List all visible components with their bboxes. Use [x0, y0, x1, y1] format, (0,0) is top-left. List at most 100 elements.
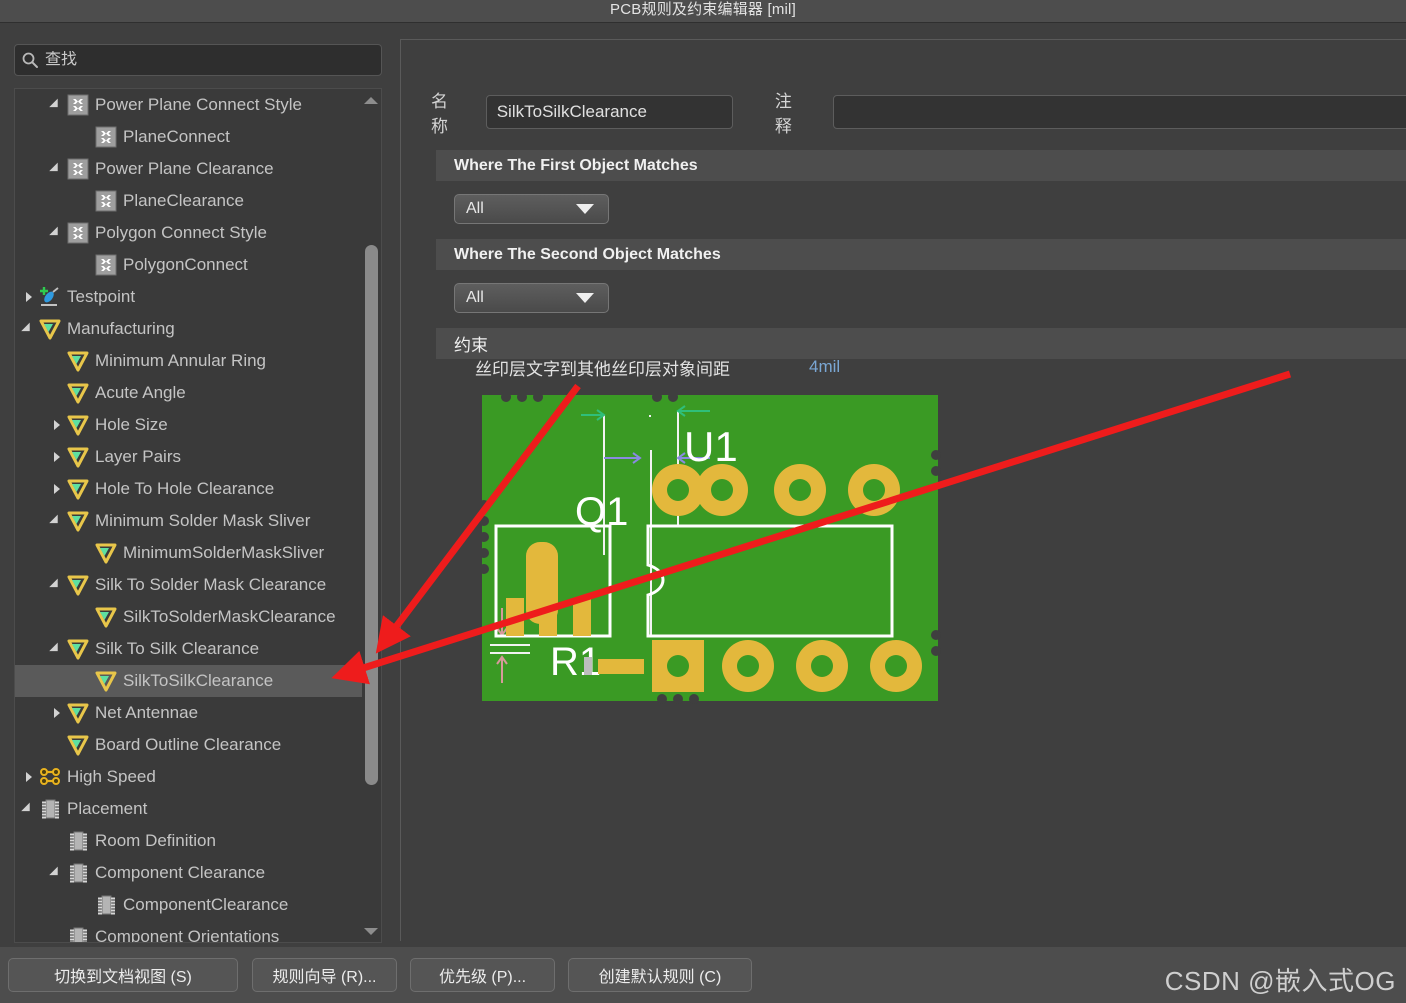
tree-item[interactable]: Room Definition: [15, 825, 363, 857]
manufacturing-icon: [65, 572, 91, 598]
expander-spacer: [49, 345, 65, 377]
scrollbar-thumb[interactable]: [365, 245, 378, 785]
manufacturing-icon: [65, 348, 91, 374]
manufacturing-icon: [65, 700, 91, 726]
tree-item[interactable]: Component Orientations: [15, 921, 363, 942]
tree-item[interactable]: High Speed: [15, 761, 363, 793]
second-object-section-header: Where The Second Object Matches: [436, 239, 1406, 270]
expander-open-icon[interactable]: [49, 153, 65, 185]
expander-closed-icon[interactable]: [49, 409, 65, 441]
expander-open-icon[interactable]: [49, 505, 65, 537]
tree-item[interactable]: Component Clearance: [15, 857, 363, 889]
manufacturing-icon: [93, 604, 119, 630]
search-input[interactable]: [45, 51, 365, 69]
window-title-bar: PCB规则及约束编辑器 [mil]: [0, 0, 1406, 22]
expander-spacer: [77, 249, 93, 281]
expander-spacer: [77, 185, 93, 217]
manufacturing-icon: [65, 476, 91, 502]
expander-open-icon[interactable]: [49, 217, 65, 249]
plane-connect-icon: [65, 92, 91, 118]
create-default-rules-button[interactable]: 创建默认规则 (C): [568, 958, 752, 992]
tree-item-label: Room Definition: [95, 831, 216, 850]
tree-item[interactable]: Layer Pairs: [15, 441, 363, 473]
designator-r1: R1: [550, 640, 601, 684]
tree-item[interactable]: PlaneClearance: [15, 185, 363, 217]
tree-item[interactable]: Manufacturing: [15, 313, 363, 345]
tree-item[interactable]: MinimumSolderMaskSliver: [15, 537, 363, 569]
search-icon: [15, 45, 45, 75]
tree-item-label: Minimum Solder Mask Sliver: [95, 511, 311, 530]
high-speed-icon: [37, 764, 63, 790]
rule-wizard-button[interactable]: 规则向导 (R)...: [252, 958, 397, 992]
rule-name-row: 名称 注释: [431, 92, 1406, 136]
scroll-down-icon[interactable]: [362, 923, 380, 939]
expander-closed-icon[interactable]: [49, 441, 65, 473]
manufacturing-icon: [65, 380, 91, 406]
expander-open-icon[interactable]: [49, 569, 65, 601]
tree-item[interactable]: Power Plane Connect Style: [15, 89, 363, 121]
tree-item[interactable]: PlaneConnect: [15, 121, 363, 153]
tree-item[interactable]: Silk To Silk Clearance: [15, 633, 363, 665]
rule-comment-input[interactable]: [832, 95, 1406, 129]
tree-item[interactable]: Testpoint: [15, 281, 363, 313]
placement-icon: [37, 796, 63, 822]
manufacturing-icon: [93, 540, 119, 566]
priorities-button[interactable]: 优先级 (P)...: [410, 958, 555, 992]
first-object-section-header: Where The First Object Matches: [436, 150, 1406, 181]
tree-item[interactable]: Silk To Solder Mask Clearance: [15, 569, 363, 601]
tree-item[interactable]: Minimum Solder Mask Sliver: [15, 505, 363, 537]
tree-item[interactable]: Net Antennae: [15, 697, 363, 729]
expander-open-icon[interactable]: [49, 633, 65, 665]
expander-open-icon[interactable]: [21, 313, 37, 345]
chevron-down-icon: [576, 293, 594, 303]
tree-item[interactable]: SilkToSolderMaskClearance: [15, 601, 363, 633]
tree-item-label: High Speed: [67, 767, 156, 786]
rules-tree-panel: Power Plane Connect Style PlaneConnect Pow…: [10, 39, 390, 943]
expander-spacer: [49, 921, 65, 942]
manufacturing-icon: [65, 732, 91, 758]
tree-item[interactable]: Acute Angle: [15, 377, 363, 409]
tree-item-label: Component Clearance: [95, 863, 266, 882]
second-object-scope-value: All: [466, 289, 484, 306]
expander-open-icon[interactable]: [21, 793, 37, 825]
placement-icon: [65, 860, 91, 886]
switch-to-document-view-button[interactable]: 切换到文档视图 (S): [8, 958, 238, 992]
second-object-scope-select[interactable]: All: [454, 283, 609, 313]
manufacturing-icon: [37, 316, 63, 342]
tree-item-label: PolygonConnect: [123, 255, 248, 274]
plane-connect-icon: [65, 156, 91, 182]
tree-item[interactable]: Board Outline Clearance: [15, 729, 363, 761]
tree-item[interactable]: Power Plane Clearance: [15, 153, 363, 185]
tree-vertical-scrollbar[interactable]: [362, 90, 380, 941]
expander-open-icon[interactable]: [49, 857, 65, 889]
expander-closed-icon[interactable]: [49, 473, 65, 505]
expander-closed-icon[interactable]: [49, 697, 65, 729]
tree-item[interactable]: Minimum Annular Ring: [15, 345, 363, 377]
expander-spacer: [49, 377, 65, 409]
expander-closed-icon[interactable]: [21, 761, 37, 793]
tree-item[interactable]: Polygon Connect Style: [15, 217, 363, 249]
search-box[interactable]: [14, 44, 382, 76]
tree-item-label: SilkToSilkClearance: [123, 671, 274, 690]
tree-item[interactable]: Hole To Hole Clearance: [15, 473, 363, 505]
rules-tree[interactable]: Power Plane Connect Style PlaneConnect Pow…: [14, 88, 382, 943]
rule-name-input[interactable]: [485, 95, 733, 129]
manufacturing-icon: [65, 508, 91, 534]
tree-item[interactable]: PolygonConnect: [15, 249, 363, 281]
expander-open-icon[interactable]: [49, 89, 65, 121]
tree-item-label: Hole To Hole Clearance: [95, 479, 275, 498]
tree-item[interactable]: SilkToSilkClearance: [15, 665, 363, 697]
tree-item[interactable]: ComponentClearance: [15, 889, 363, 921]
tree-item-label: ComponentClearance: [123, 895, 289, 914]
plane-connect-icon: [65, 220, 91, 246]
scroll-up-icon[interactable]: [362, 92, 380, 108]
first-object-scope-select[interactable]: All: [454, 194, 609, 224]
tree-item[interactable]: Placement: [15, 793, 363, 825]
tree-item-label: MinimumSolderMaskSliver: [123, 543, 325, 562]
tree-item[interactable]: Hole Size: [15, 409, 363, 441]
tree-item-label: Net Antennae: [95, 703, 199, 722]
designator-u1: U1: [684, 423, 738, 470]
tree-item-label: Power Plane Clearance: [95, 159, 274, 178]
expander-closed-icon[interactable]: [21, 281, 37, 313]
tree-scroll-viewport: Power Plane Connect Style PlaneConnect Pow…: [15, 89, 363, 942]
